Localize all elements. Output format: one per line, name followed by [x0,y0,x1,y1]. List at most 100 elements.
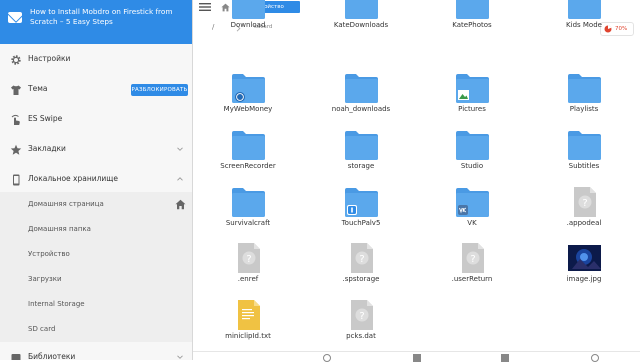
file-item[interactable]: TouchPalv5 [321,187,401,244]
file-name: Survivalcraft [225,219,271,227]
drawer-subitem-sd-card[interactable]: SD card [0,317,192,342]
drawer-item-settings[interactable]: Настройки [0,46,192,74]
drawer-subitem-home-folder[interactable]: Домашняя папка [0,217,192,242]
file-name: .enref [237,275,259,283]
folder-icon [345,130,378,160]
swipe-icon [11,114,20,125]
file-item[interactable]: ? .spstorage [321,243,401,300]
drawer-subitem-device[interactable]: Устройство [0,242,192,267]
envelope-icon [8,12,22,23]
file-item[interactable]: Studio [432,130,512,187]
text-file-icon [232,300,265,330]
drawer-header: How to Install Mobdro on Firestick from … [0,0,192,44]
drawer-item-bookmarks[interactable]: Закладки [0,136,192,164]
file-item[interactable]: Pictures [432,73,512,130]
drawer-item-es-swipe[interactable]: ES Swipe [0,106,192,134]
folder-icon [232,130,265,160]
chevron-down-icon[interactable] [177,354,183,360]
drawer-item-label: Тема [28,84,48,93]
search-icon[interactable] [323,354,331,362]
file-item[interactable]: KatePhotos [432,0,512,46]
file-item[interactable]: Playlists [544,73,624,130]
file-item[interactable]: noah_downloads [321,73,401,130]
bottom-toolbar [193,351,640,362]
drawer-subitem-internal-storage[interactable]: Internal Storage [0,292,192,317]
drawer-subitem-home-page[interactable]: Домашняя страница [0,192,192,217]
file-item[interactable]: ? .userReturn [432,243,512,300]
svg-text:?: ? [582,198,587,209]
file-item[interactable]: Kids Mode [544,0,624,46]
tshirt-icon [11,85,21,95]
folder-icon [568,73,601,103]
svg-text:?: ? [359,311,364,322]
navigation-drawer: How to Install Mobdro on Firestick from … [0,0,193,360]
file-name: KatePhotos [452,21,492,29]
drawer-item-local-storage[interactable]: Локальное хранилище [0,166,192,194]
file-item[interactable]: image.jpg [544,243,624,300]
unknown-file-icon: ? [232,243,265,273]
file-name: miniclipId.txt [225,332,271,340]
file-name: Subtitles [568,162,600,170]
file-item[interactable]: Survivalcraft [208,187,288,244]
drawer-item-label: Закладки [28,144,66,153]
webmoney-folder-icon [232,73,265,103]
file-name: ScreenRecorder [220,162,276,170]
pictures-folder-icon [456,73,489,103]
drawer-subitem-downloads[interactable]: Загрузки [0,267,192,292]
file-name: noah_downloads [331,105,391,113]
folder-icon [568,0,601,19]
file-name: Download [230,21,266,29]
drawer-subitem-label: Домашняя страница [28,200,104,208]
drawer-item-label: Локальное хранилище [28,174,118,183]
file-name: VK [467,219,477,227]
touchpal-folder-icon [345,187,378,217]
file-item[interactable]: ? pcks.dat [321,300,401,357]
phone-icon [13,174,20,186]
vk-folder-icon [456,187,489,217]
windows-icon[interactable] [501,354,509,362]
chevron-down-icon[interactable] [177,146,183,152]
svg-text:?: ? [470,254,475,265]
drawer-subitem-label: Домашняя папка [28,225,91,233]
more-icon[interactable] [591,354,599,362]
file-name: .userReturn [451,275,493,283]
file-item[interactable]: KateDownloads [321,0,401,46]
local-storage-list: Домашняя страница Домашняя папка Устройс… [0,192,192,342]
drawer-subitem-label: SD card [28,325,56,333]
file-item[interactable]: VK [432,187,512,244]
file-item[interactable]: ScreenRecorder [208,130,288,187]
drawer-title: How to Install Mobdro on Firestick from … [30,7,173,26]
file-item[interactable]: MyWebMoney [208,73,288,130]
drawer-item-label: ES Swipe [28,114,63,123]
svg-text:?: ? [246,254,251,265]
drawer-item-label: Настройки [28,54,71,63]
unknown-file-icon: ? [345,300,378,330]
drawer-item-libraries[interactable]: Библиотеки [0,346,192,360]
file-item[interactable]: Download [208,0,288,46]
file-name: .spstorage [342,275,380,283]
file-item[interactable]: miniclipId.txt [208,300,288,357]
file-item[interactable]: storage [321,130,401,187]
folder-icon [568,130,601,160]
file-name: Playlists [569,105,599,113]
drawer-item-label: Библиотеки [28,352,76,360]
unknown-file-icon: ? [345,243,378,273]
file-item[interactable]: Subtitles [544,130,624,187]
file-item[interactable]: ? .appodeal [544,187,624,244]
file-name: Kids Mode [566,21,602,29]
file-name: pcks.dat [346,332,376,340]
file-name: Studio [460,162,484,170]
file-name: Pictures [458,105,486,113]
folder-icon [345,73,378,103]
gear-icon [11,55,21,65]
file-item[interactable]: ? .enref [208,243,288,300]
chevron-up-icon[interactable] [177,176,183,182]
drawer-subitem-label: Internal Storage [28,300,85,308]
drawer-subitem-label: Загрузки [28,275,62,283]
grid-view-icon[interactable] [413,354,421,362]
library-icon [11,354,21,360]
svg-text:?: ? [359,254,364,265]
image-thumbnail [568,243,601,273]
home-icon[interactable] [175,199,186,210]
unlock-theme-button[interactable]: РАЗБЛОКИРОВАТЬ [131,84,188,96]
